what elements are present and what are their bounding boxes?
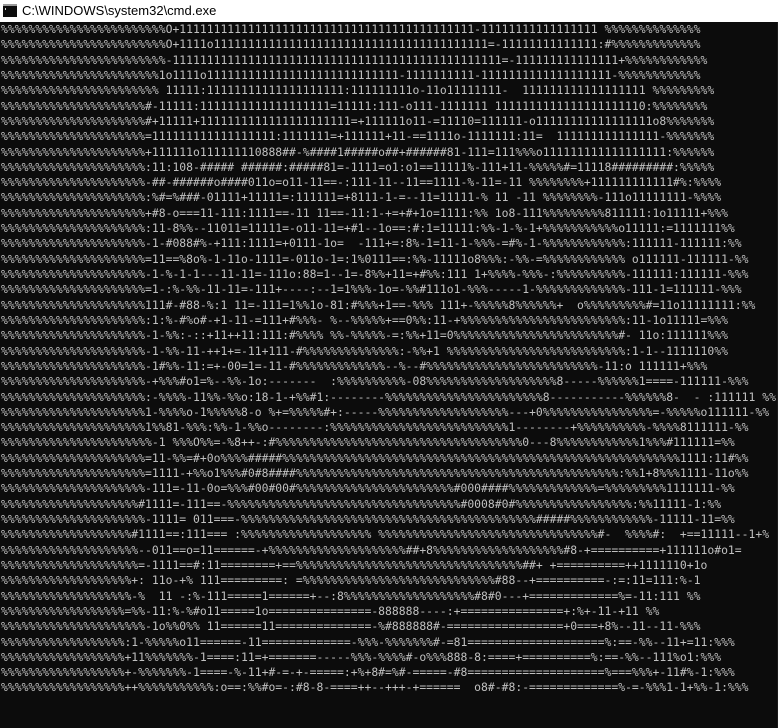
console-line: %%%%%%%%%%%%%%%%%%%%%=11==%8o%-1-11o-111…	[1, 251, 749, 266]
console-line: %%%%%%%%%%%%%%%%%%%%%-1-#088#%-+111:1111…	[1, 236, 742, 251]
console-line: %%%%%%%%%%%%%%%%%%%%%:1:%-#%o#-+1-11-=11…	[1, 312, 728, 327]
console-line: %%%%%%%%%%%%%%%%%%%%%-111=-11-0o=%%%#00#…	[1, 481, 735, 496]
console-line: %%%%%%%%%%%%%%%%%%%%%:-%%%%-11%%-%%o:18-…	[1, 389, 776, 404]
console-line: %%%%%%%%%%%%%%%%%%%%%-+%%%#o1=%--%%-1o:-…	[1, 374, 749, 389]
console-line: %%%%%%%%%%%%%%%%%%%%%=11-%%=#+0o%%%%####…	[1, 450, 749, 465]
console-line: %%%%%%%%%%%%%%%%%%%%%#-11111:11111111111…	[1, 98, 708, 113]
window-title: C:\WINDOWS\system32\cmd.exe	[22, 3, 217, 18]
console-line: %%%%%%%%%%%%%%%%%%%%%111#-#88-%:1 11=-11…	[1, 297, 756, 312]
console-line: %%%%%%%%%%%%%%%%%%%-% 11 -:%-111=====1==…	[1, 588, 701, 603]
console-line: %%%%%%%%%%%%%%%%%%%%%:11:108-##### #####…	[1, 159, 715, 174]
console-line: %%%%%%%%%%%%%%%%%%%%%%%1o1111o1111111111…	[1, 67, 701, 82]
console-line: %%%%%%%%%%%%%%%%%%%%%=111111111111111111…	[1, 129, 715, 144]
console-line: %%%%%%%%%%%%%%%%%%++%%%%%%%%%%%:o==:%%#o…	[1, 680, 749, 695]
window-titlebar[interactable]: C:\WINDOWS\system32\cmd.exe	[0, 0, 778, 22]
console-line: %%%%%%%%%%%%%%%%%%%%%-##-######o####011o…	[1, 175, 722, 190]
console-line: %%%%%%%%%%%%%%%%%%%%%:11-8%%--11011=1111…	[1, 221, 735, 236]
console-text: %%%%%%%%%%%%%%%%%%%%%%%%O+11111111111111…	[0, 22, 778, 696]
console-line: %%%%%%%%%%%%%%%%%%%#1111==:111=== :%%%%%…	[1, 527, 770, 542]
console-line: %%%%%%%%%%%%%%%%%%%%%=1-:%-%%-11-11=-111…	[1, 282, 742, 297]
console-line: %%%%%%%%%%%%%%%%%%%%--011==o=11======-+%…	[1, 542, 742, 557]
console-line: %%%%%%%%%%%%%%%%%%%%%-1-%%:-::+11++11:11…	[1, 328, 728, 343]
console-line: %%%%%%%%%%%%%%%%%%%%%=1111-+%%o1%%%#0#8#…	[1, 466, 749, 481]
console-line: %%%%%%%%%%%%%%%%%%%%%1%%81-%%%:%%-1-%%o-…	[1, 420, 749, 435]
console-line: %%%%%%%%%%%%%%%%%%%%%-1o%%0%% 11======11…	[1, 619, 701, 634]
console-line: %%%%%%%%%%%%%%%%%%%%%:%#=%###-01111+1111…	[1, 190, 722, 205]
console-line: %%%%%%%%%%%%%%%%%%%%%-1-%%-11-++1+=-11+1…	[1, 343, 728, 358]
console-line: %%%%%%%%%%%%%%%%%%%%%+111111o11111111088…	[1, 144, 715, 159]
console-line: %%%%%%%%%%%%%%%%%%%%%%%%O+11111111111111…	[1, 22, 701, 36]
console-line: %%%%%%%%%%%%%%%%%%+11%%%%%%%-1====:11=+=…	[1, 649, 722, 664]
console-line: %%%%%%%%%%%%%%%%%%%%%#+11111+11111111111…	[1, 113, 715, 128]
cmd-console-icon	[3, 4, 17, 17]
console-line: %%%%%%%%%%%%%%%%%%%%#1111=-111==-%%%%%%%…	[1, 496, 722, 511]
console-line: %%%%%%%%%%%%%%%%%%%%%%% 11111:1111111111…	[1, 83, 715, 98]
console-line: %%%%%%%%%%%%%%%%%%%%%1-%%%%o-1%%%%%8-o %…	[1, 404, 770, 419]
console-line: %%%%%%%%%%%%%%%%%%%%%-1#%%-11:=+-00=1=-1…	[1, 358, 708, 373]
console-line: %%%%%%%%%%%%%%%%%%%%%-1-%-1-1---11-11=-1…	[1, 267, 749, 281]
console-line: %%%%%%%%%%%%%%%%%%%%%-1111= 011===-%%%%%…	[1, 512, 735, 526]
console-line: %%%%%%%%%%%%%%%%%%%%%%%%O+1111o111111111…	[1, 37, 701, 52]
console-line: %%%%%%%%%%%%%%%%%%=%%-11:%-%#o11=====1o=…	[1, 603, 660, 618]
console-line: %%%%%%%%%%%%%%%%%%:1-%%%%%o11======-11==…	[1, 634, 735, 649]
console-line: %%%%%%%%%%%%%%%%%%%%%+#8-o===11-111:1111…	[1, 205, 728, 220]
console-line: %%%%%%%%%%%%%%%%%%%%%%%%-111111111111111…	[1, 52, 708, 67]
console-line: %%%%%%%%%%%%%%%%%%%%=-1111==#:11========…	[1, 557, 708, 572]
console-output-area[interactable]: %%%%%%%%%%%%%%%%%%%%%%%%O+11111111111111…	[0, 22, 778, 728]
console-line: %%%%%%%%%%%%%%%%%%+-%%%%%%%-1====-%-11+#…	[1, 665, 735, 680]
console-line: %%%%%%%%%%%%%%%%%%%+: 11o-+% 111========…	[1, 573, 701, 588]
console-line: %%%%%%%%%%%%%%%%%%%%%%-1 %%%O%%=-%8++-:#…	[1, 435, 735, 450]
